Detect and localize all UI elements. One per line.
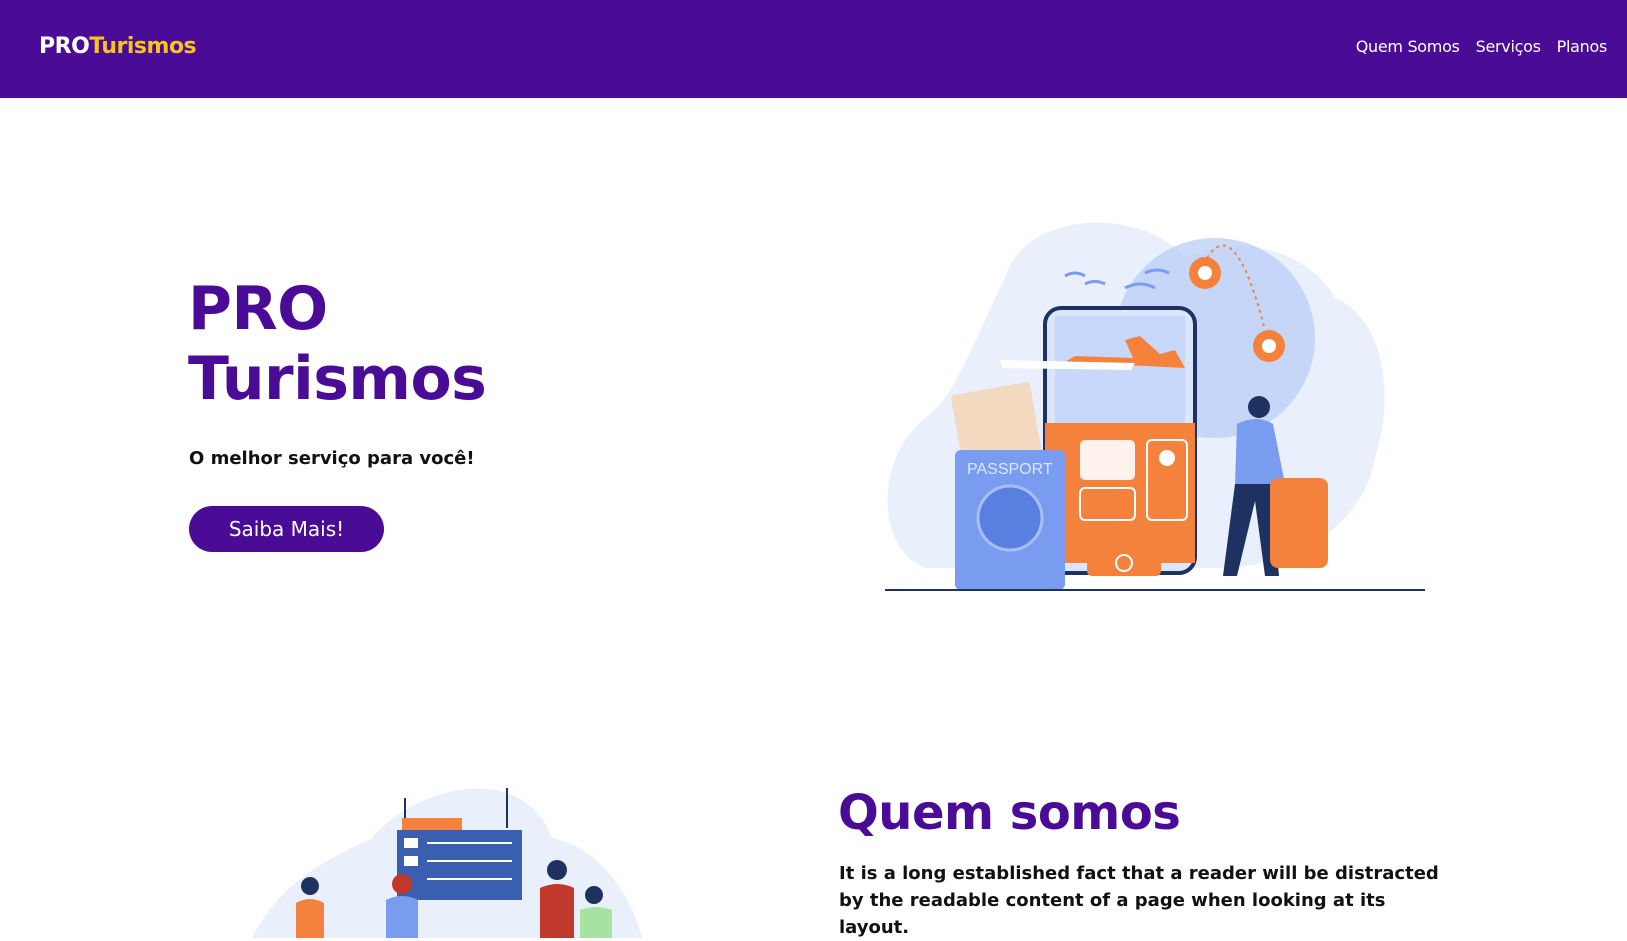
nav-link-quem-somos[interactable]: Quem Somos (1356, 37, 1460, 56)
nav-link-servicos[interactable]: Serviços (1476, 37, 1541, 56)
nav-link-planos[interactable]: Planos (1557, 37, 1608, 56)
about-illustration (252, 788, 642, 938)
hero-subtitle: O melhor serviço para você! (189, 448, 475, 469)
about-title: Quem somos (838, 785, 1181, 841)
about-text: It is a long established fact that a rea… (839, 863, 1439, 938)
hero-title-line2: Turismos (188, 344, 487, 414)
logo-pro: PRO (39, 34, 90, 59)
hero-title-line1: PRO (188, 274, 328, 344)
passport-label: PASSPORT (967, 461, 1053, 478)
saiba-mais-button[interactable]: Saiba Mais! (189, 506, 384, 552)
logo[interactable]: PROTurismos (39, 34, 197, 59)
nav-links: Quem Somos Serviços Planos (1356, 37, 1608, 56)
travel-illustration: PASSPORT (885, 222, 1425, 591)
navbar: PROTurismos Quem Somos Serviços Planos (0, 0, 1627, 98)
logo-turismos: Turismos (89, 34, 197, 59)
hero-title: PRO Turismos (188, 274, 487, 414)
